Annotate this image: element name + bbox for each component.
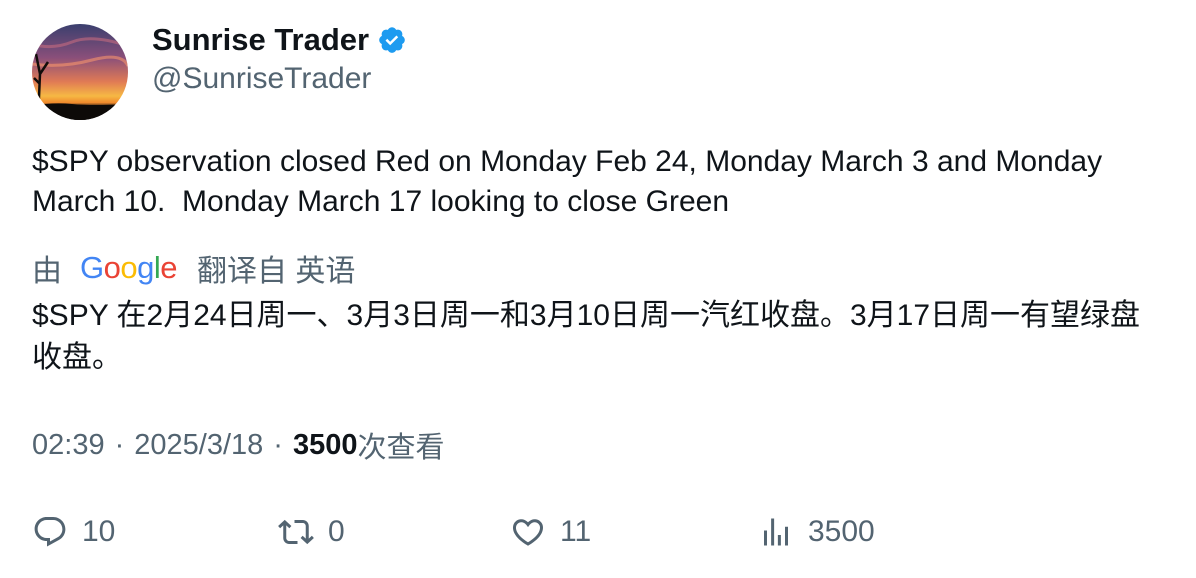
views-count: 3500	[292, 428, 358, 461]
author-handle[interactable]: @SunriseTrader	[152, 62, 371, 96]
retweet-button[interactable]: 0	[278, 508, 345, 556]
avatar[interactable]	[32, 24, 128, 120]
views-button[interactable]: 3500	[758, 508, 875, 556]
retweet-count: 0	[328, 515, 345, 548]
views-action-count: 3500	[808, 515, 875, 548]
google-logo[interactable]: Google	[80, 250, 178, 286]
translated-from-label: 翻译自 英语	[197, 255, 356, 288]
tweet-text: $SPY observation closed Red on Monday Fe…	[32, 145, 1111, 218]
reply-icon	[34, 517, 66, 547]
action-bar: 10 0 11 3500	[32, 508, 1162, 556]
like-button[interactable]: 11	[510, 508, 591, 556]
views-chart-icon	[764, 518, 788, 546]
verified-badge-icon[interactable]	[377, 25, 407, 55]
tweet-date[interactable]: 2025/3/18	[134, 429, 263, 462]
translated-text: $SPY 在2月24日周一、3月3日周一和3月10日周一汽红收盘。3月17日周一…	[32, 299, 1141, 374]
translated-by-label: 由	[32, 255, 62, 288]
author-display-name[interactable]: Sunrise Trader	[152, 22, 369, 58]
reply-count: 10	[82, 515, 116, 548]
retweet-icon	[278, 519, 314, 545]
views-label: 次查看	[357, 432, 445, 464]
reply-button[interactable]: 10	[32, 508, 115, 556]
like-count: 11	[560, 515, 592, 548]
heart-icon	[512, 519, 544, 546]
sunset-avatar-image	[32, 24, 128, 120]
meta-separator: ·	[114, 428, 125, 461]
meta-separator: ·	[273, 428, 283, 461]
author-name-row: Sunrise Trader	[152, 22, 407, 58]
tweet-meta: 02:39 · 2025/3/18 · 3500 次查看	[32, 424, 444, 466]
tweet-time[interactable]: 02:39	[32, 429, 105, 462]
translation-attribution: 由 Google 翻译自 英语	[32, 246, 355, 290]
